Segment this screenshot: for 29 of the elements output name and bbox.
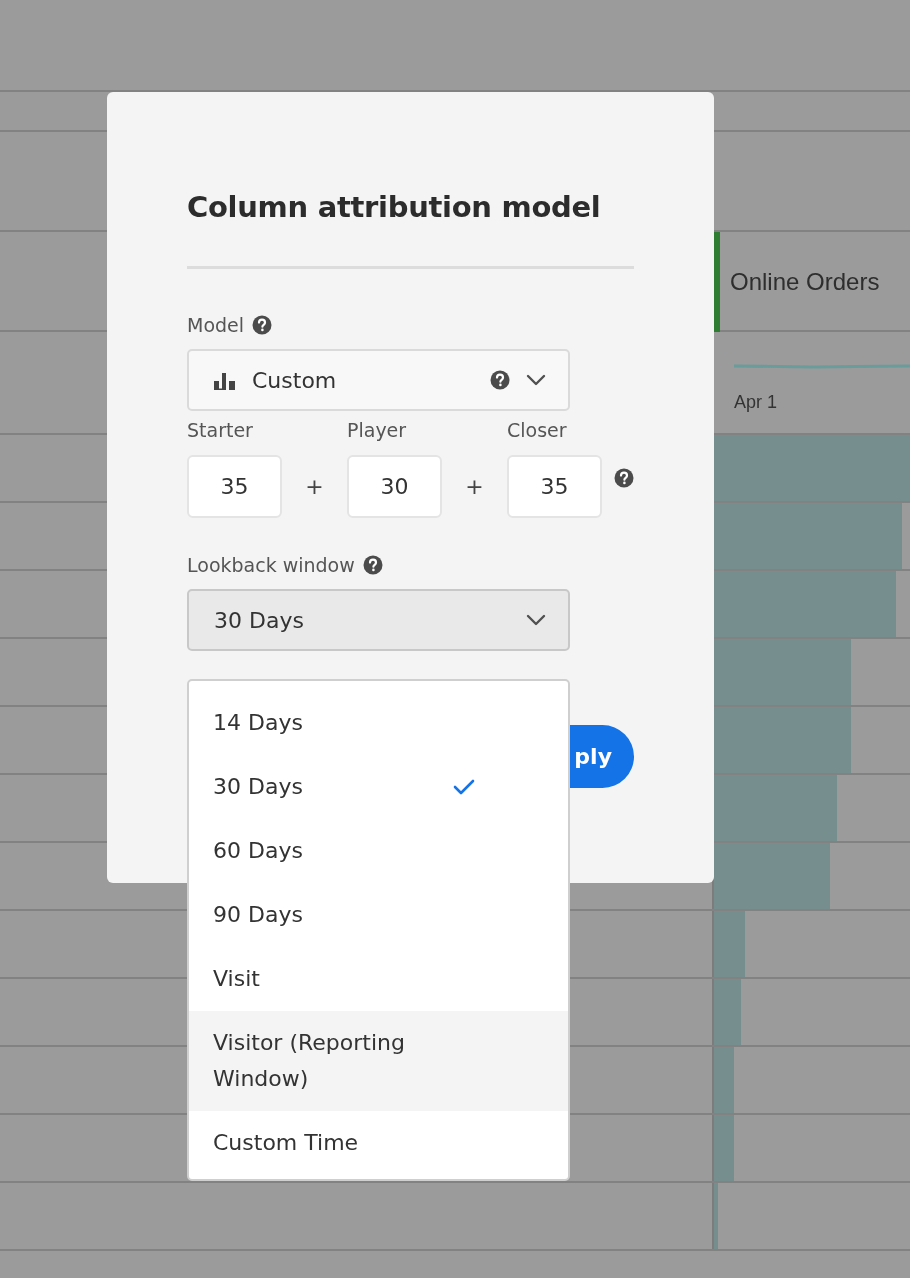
chevron-down-icon bbox=[526, 614, 546, 626]
weight-label: Player bbox=[347, 419, 408, 441]
help-icon[interactable] bbox=[362, 555, 383, 575]
help-icon[interactable] bbox=[614, 468, 634, 488]
lookback-dropdown[interactable]: 30 Days bbox=[187, 589, 570, 651]
field-label: Model bbox=[187, 314, 245, 336]
menu-item[interactable]: 30 Days bbox=[189, 755, 568, 819]
bar-chart-icon bbox=[214, 370, 236, 390]
date-label: Apr 1 bbox=[734, 392, 779, 413]
plus-sign: + bbox=[464, 473, 485, 501]
column-header: Online Orders bbox=[730, 268, 880, 296]
help-icon[interactable] bbox=[252, 315, 273, 335]
plus-sign: + bbox=[304, 473, 325, 501]
menu-item[interactable]: 60 Days bbox=[189, 819, 568, 883]
weight-field[interactable]: 30 bbox=[347, 455, 442, 518]
help-icon[interactable] bbox=[490, 370, 510, 390]
chevron-down-icon bbox=[526, 374, 546, 386]
weight-label: Closer bbox=[507, 419, 568, 441]
model-dropdown[interactable]: Custom bbox=[187, 349, 570, 411]
menu-item[interactable]: 14 Days bbox=[189, 691, 568, 755]
weight-label: Starter bbox=[187, 419, 254, 441]
dialog-title: Column attribution model bbox=[187, 190, 602, 224]
weight-field[interactable]: 35 bbox=[507, 455, 602, 518]
menu-item[interactable]: Visitor (Reporting Window) bbox=[189, 1011, 568, 1111]
weight-field[interactable]: 35 bbox=[187, 455, 282, 518]
menu-item[interactable]: Custom Time bbox=[189, 1111, 568, 1175]
menu-item[interactable]: Visit bbox=[189, 947, 568, 1011]
field-label: Lookback window bbox=[187, 554, 355, 576]
menu-item[interactable]: 90 Days bbox=[189, 883, 568, 947]
